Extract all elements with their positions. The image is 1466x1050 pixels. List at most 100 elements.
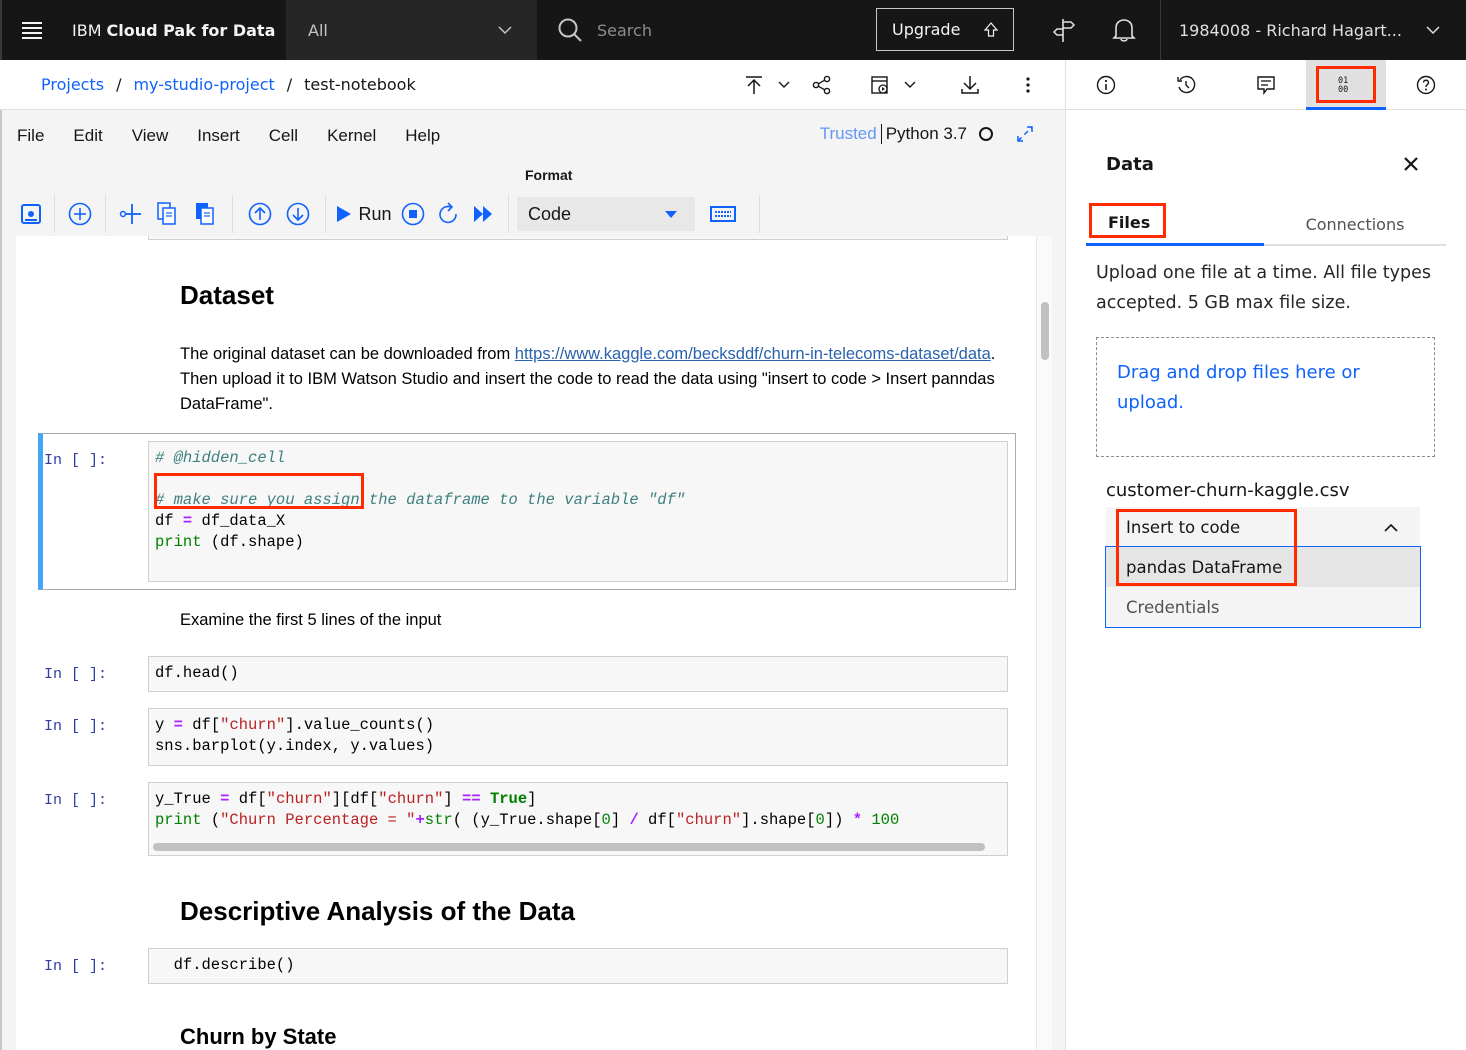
cell-type-select[interactable]: Code [517, 197, 695, 231]
tab-information[interactable] [1066, 60, 1146, 110]
interrupt-kernel-button[interactable] [394, 195, 432, 233]
upgrade-button[interactable]: Upgrade [876, 8, 1014, 51]
tab-data[interactable]: 01 00 [1306, 60, 1386, 110]
code-token: "Churn Percentage = " [220, 811, 416, 829]
code-token: ( [201, 811, 221, 829]
schedule-menu-button[interactable] [899, 65, 921, 105]
share-button[interactable] [803, 65, 841, 105]
upload-description: Upload one file at a time. All file type… [1096, 263, 1432, 313]
tab-version-history[interactable] [1146, 60, 1226, 110]
help-icon [1416, 75, 1436, 95]
breadcrumb-project[interactable]: my-studio-project [133, 75, 274, 94]
schedule-job-button[interactable] [861, 65, 899, 105]
top-navigation-bar: IBM Cloud Pak for Data All Search Upgrade… [0, 0, 1466, 60]
paste-button[interactable] [186, 195, 224, 233]
format-label: Format [525, 167, 573, 183]
dropzone-text[interactable]: Drag and drop files here or upload. [1117, 362, 1360, 413]
code-token: df[ [182, 716, 221, 734]
insert-cell-button[interactable] [63, 195, 97, 233]
kaggle-link[interactable]: https://www.kaggle.com/becksddf/churn-in… [515, 345, 991, 363]
option-credentials[interactable]: Credentials [1106, 587, 1420, 627]
scrollbar-thumb[interactable] [1041, 302, 1049, 360]
save-button[interactable] [16, 195, 46, 233]
scope-dropdown[interactable]: All [286, 0, 536, 60]
menu-view[interactable]: View [132, 126, 169, 146]
overflow-menu-icon [1026, 76, 1030, 93]
comment-icon [1257, 76, 1275, 95]
code-input[interactable]: y_True = df["churn"][df["churn"] == True… [148, 782, 1008, 856]
menu-file[interactable]: File [17, 126, 44, 146]
download-button[interactable] [951, 65, 989, 105]
notifications-button[interactable] [1094, 0, 1154, 60]
kernel-idle-icon [979, 127, 993, 141]
search-placeholder: Search [597, 20, 652, 40]
file-dropzone[interactable]: Drag and drop files here or upload. [1096, 337, 1435, 457]
annotation-highlight [1116, 509, 1297, 586]
save-icon [21, 204, 41, 224]
overflow-menu-button[interactable] [1009, 65, 1047, 105]
menu-button[interactable] [0, 0, 62, 60]
close-panel-button[interactable] [1404, 152, 1418, 177]
menu-cell[interactable]: Cell [269, 126, 298, 146]
code-token: 100 [871, 811, 900, 829]
account-switcher[interactable]: 1984008 - Richard Hagart... [1160, 0, 1466, 60]
previous-cell-bottom [148, 236, 1008, 240]
code-token: y_True [155, 790, 221, 808]
move-up-button[interactable] [241, 195, 279, 233]
play-icon [337, 206, 352, 222]
notebook-content[interactable]: Dataset The original dataset can be down… [16, 236, 1036, 1050]
tab-connections[interactable]: Connections [1264, 202, 1446, 246]
add-icon [68, 202, 92, 226]
annotation-highlight [1316, 66, 1376, 103]
expand-icon[interactable] [1015, 124, 1035, 144]
menu-edit[interactable]: Edit [73, 126, 102, 146]
menu-help[interactable]: Help [405, 126, 440, 146]
cut-button[interactable] [114, 195, 148, 233]
publish-menu-button[interactable] [773, 65, 795, 105]
arrow-down-circle-icon [286, 202, 310, 226]
product-brand[interactable]: IBM Cloud Pak for Data [62, 0, 286, 60]
scissors-icon [119, 204, 141, 224]
publish-button[interactable] [735, 65, 773, 105]
code-token: "churn" [675, 811, 742, 829]
data-panel: Data Files Connections Upload one file a… [1065, 110, 1466, 1050]
breadcrumb-projects[interactable]: Projects [41, 75, 104, 94]
brand-prefix: IBM [72, 20, 102, 40]
code-token: df[ [638, 811, 676, 829]
scope-value: All [308, 20, 328, 40]
restart-kernel-button[interactable] [432, 195, 466, 233]
code-comment: # @hidden_cell [155, 449, 286, 467]
tab-help[interactable] [1386, 60, 1466, 110]
code-token: = [182, 512, 193, 530]
code-input[interactable]: # @hidden_cell # make sure you assign th… [148, 441, 1008, 582]
breadcrumb: Projects / my-studio-project / test-note… [41, 75, 416, 94]
trusted-indicator[interactable]: Trusted [820, 124, 882, 144]
code-input[interactable]: y = df["churn"].value_counts() sns.barpl… [148, 708, 1008, 766]
search-input[interactable]: Search [536, 0, 856, 60]
side-panel-tabs: 01 00 [1065, 60, 1466, 110]
code-token: == [462, 790, 481, 808]
notebook-area: File Edit View Insert Cell Kernel Help T… [0, 110, 1065, 1050]
code-token: * [852, 811, 863, 829]
signpost-button[interactable] [1034, 0, 1094, 60]
heading-descriptive-analysis: Descriptive Analysis of the Data [180, 896, 575, 926]
horizontal-scrollbar[interactable] [153, 843, 985, 851]
move-down-button[interactable] [279, 195, 317, 233]
keyboard-shortcuts-button[interactable] [695, 195, 751, 233]
text: The original dataset can be downloaded f… [180, 345, 515, 363]
breadcrumb-separator: / [116, 75, 122, 94]
hamburger-icon [22, 26, 42, 29]
history-icon [1177, 75, 1196, 94]
code-input[interactable]: df.head() [148, 656, 1008, 692]
run-all-button[interactable] [466, 195, 500, 233]
copy-button[interactable] [148, 195, 186, 233]
code-input[interactable]: df.describe() [148, 948, 1008, 984]
vertical-scrollbar[interactable] [1036, 236, 1052, 1050]
run-button[interactable]: Run [334, 195, 394, 233]
close-icon [1404, 157, 1418, 171]
chevron-down-icon [498, 25, 512, 34]
menu-insert[interactable]: Insert [197, 126, 240, 146]
keyboard-icon [710, 206, 736, 222]
menu-kernel[interactable]: Kernel [327, 126, 376, 146]
tab-comments[interactable] [1226, 60, 1306, 110]
